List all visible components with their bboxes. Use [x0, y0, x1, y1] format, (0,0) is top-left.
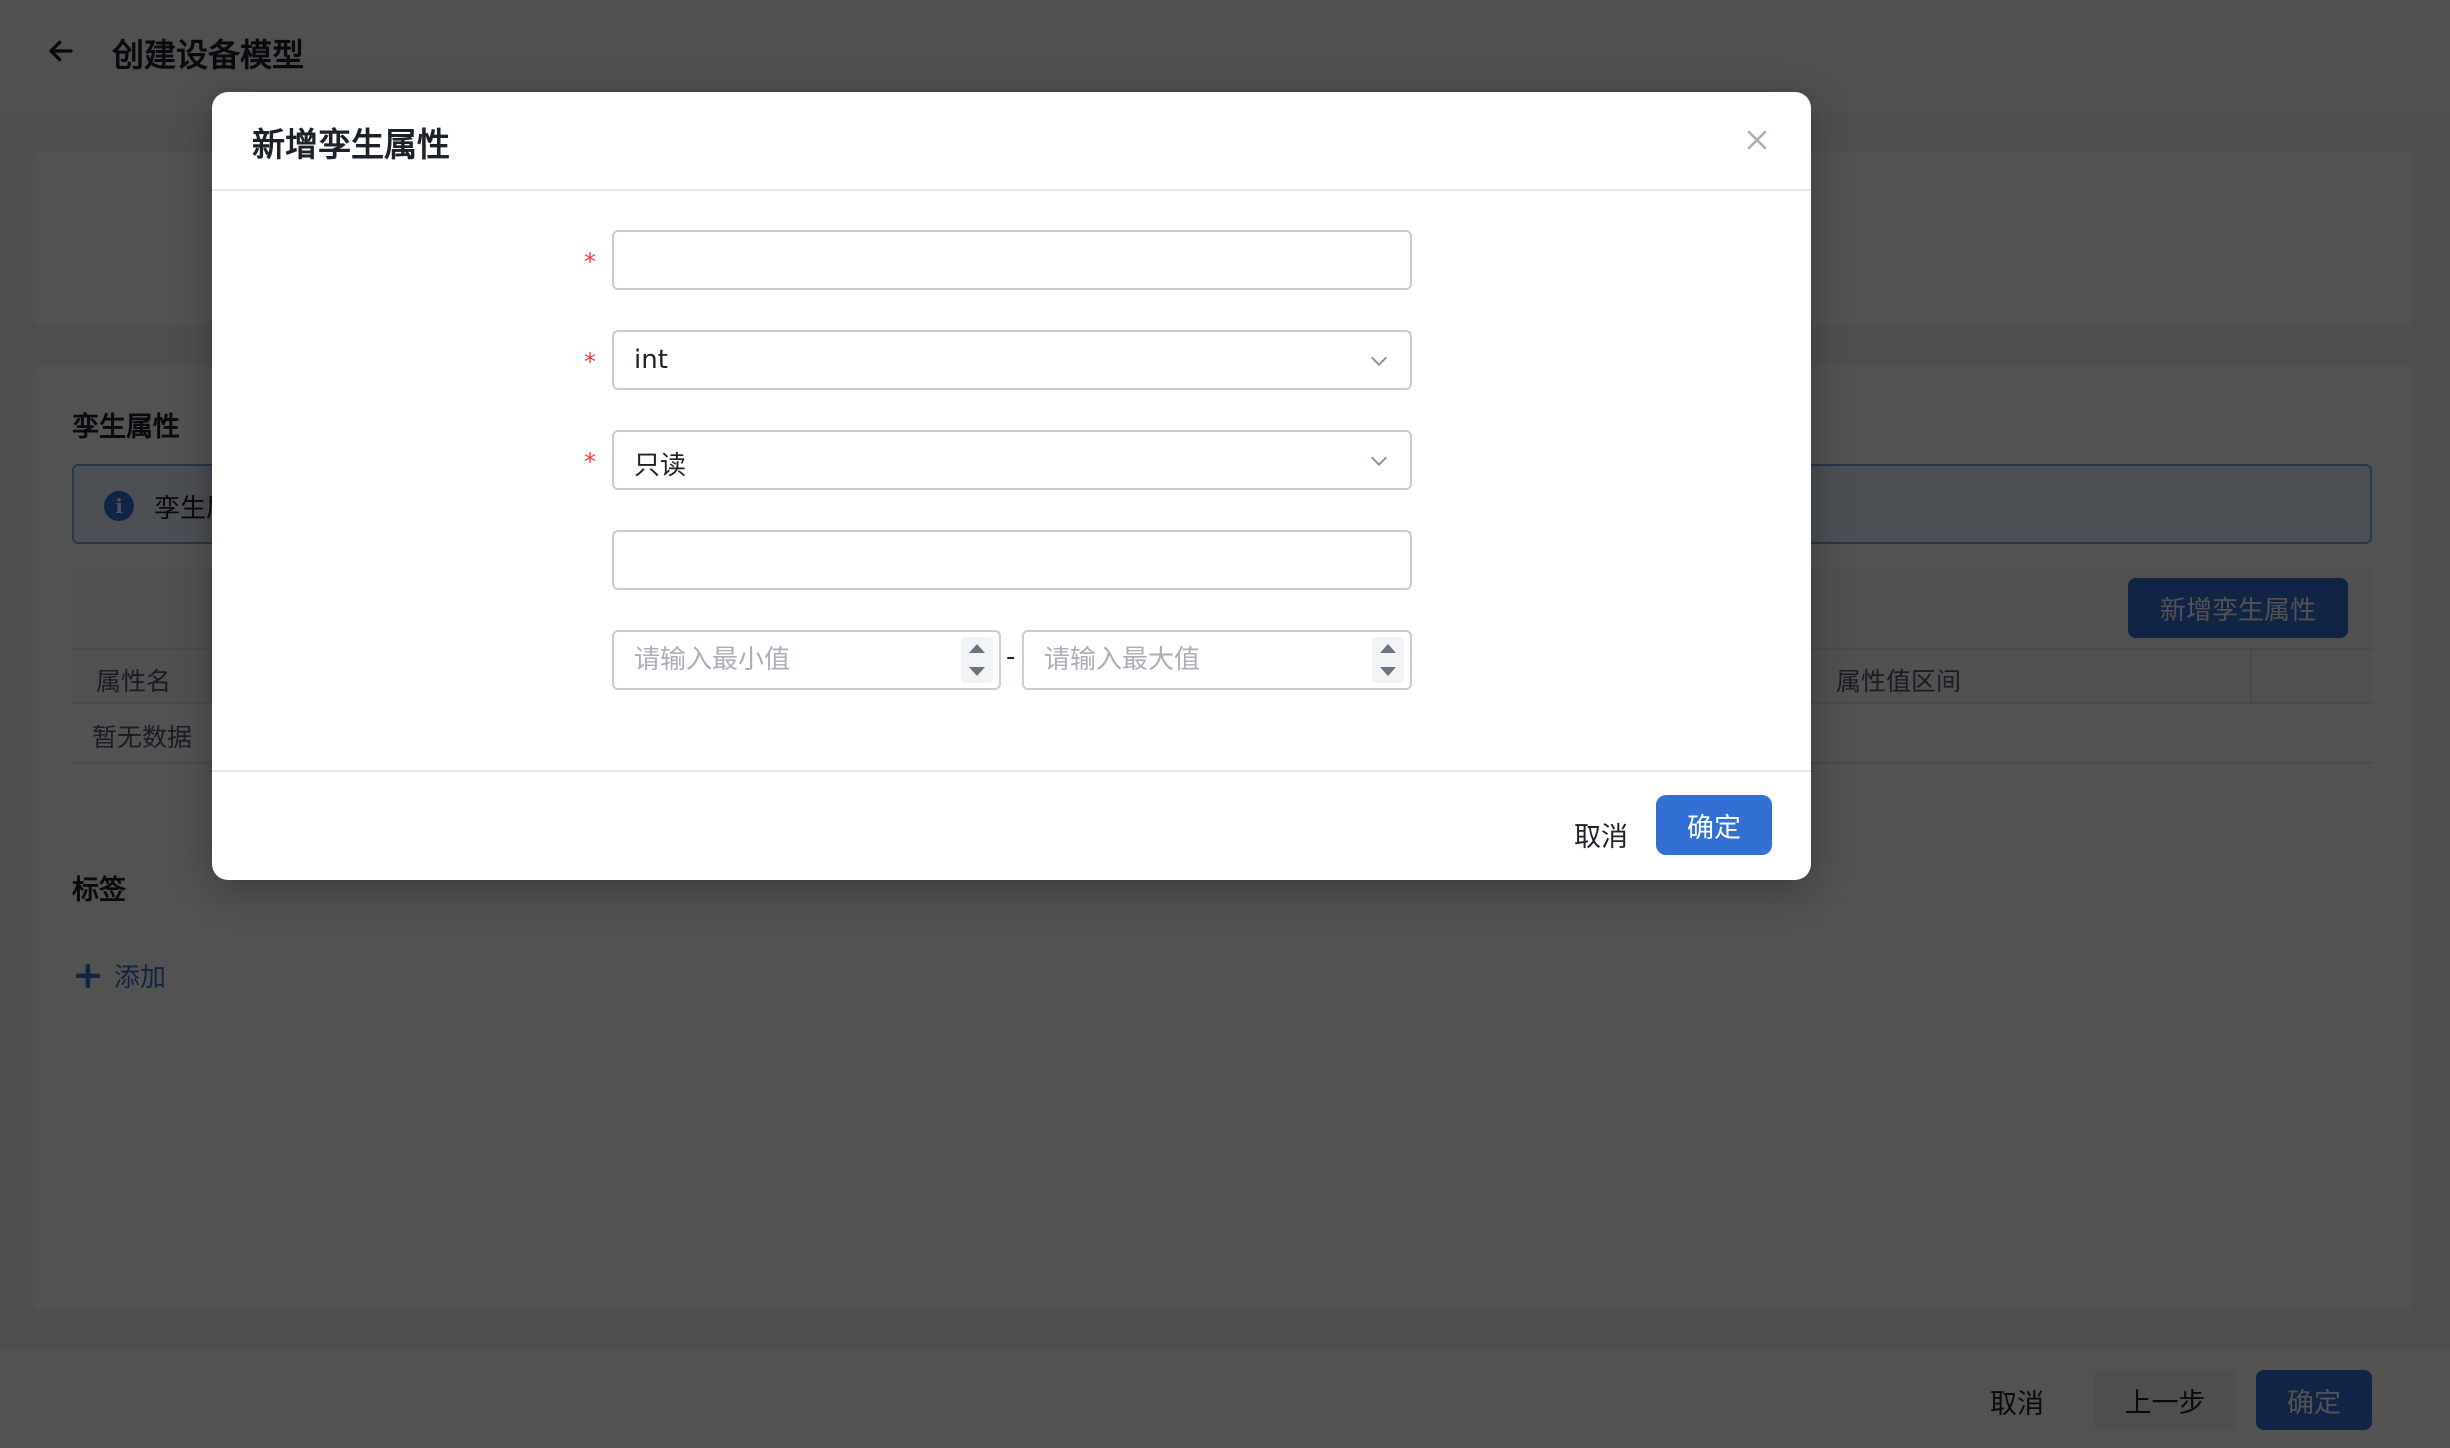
- property-name-input[interactable]: [612, 230, 1412, 290]
- range-max-stepper[interactable]: [1372, 637, 1404, 683]
- range-min-field: [612, 630, 1001, 690]
- range-max-input[interactable]: [1024, 632, 1354, 688]
- chevron-down-icon: [1371, 356, 1387, 366]
- form-row-value-type: 属性值类型 * int: [212, 330, 1811, 390]
- property-unit-input[interactable]: [612, 530, 1412, 590]
- caret-up-icon[interactable]: [1380, 644, 1396, 653]
- required-mark: *: [584, 248, 596, 276]
- form-row-access: 访问权限 * 只读: [212, 430, 1811, 490]
- caret-down-icon[interactable]: [1380, 667, 1396, 676]
- dialog-title: 新增孪生属性: [252, 125, 450, 164]
- value-type-select[interactable]: int: [612, 330, 1412, 390]
- caret-down-icon[interactable]: [969, 667, 985, 676]
- required-mark: *: [584, 348, 596, 376]
- access-select[interactable]: 只读: [612, 430, 1412, 490]
- dialog-confirm-button[interactable]: 确定: [1656, 795, 1772, 855]
- caret-up-icon[interactable]: [969, 644, 985, 653]
- add-twin-property-dialog: 新增孪生属性 属性名 * 属性值类型 * int 访问权限 * 只读 属性单位 …: [212, 92, 1811, 880]
- form-row-unit: 属性单位: [212, 530, 1811, 590]
- range-min-input[interactable]: [614, 632, 944, 688]
- range-max-field: [1022, 630, 1412, 690]
- dialog-header-divider: [212, 189, 1811, 191]
- range-min-stepper[interactable]: [961, 637, 993, 683]
- range-separator: -: [1006, 642, 1016, 672]
- form-row-range: 属性值区间 -: [212, 630, 1811, 690]
- close-icon[interactable]: [1737, 120, 1777, 160]
- chevron-down-icon: [1371, 456, 1387, 466]
- dialog-cancel-button[interactable]: 取消: [1552, 804, 1650, 864]
- required-mark: *: [584, 448, 596, 476]
- dialog-footer-divider: [212, 770, 1811, 772]
- form-row-name: 属性名 *: [212, 230, 1811, 290]
- access-selected: 只读: [634, 451, 687, 481]
- value-type-selected: int: [634, 345, 668, 375]
